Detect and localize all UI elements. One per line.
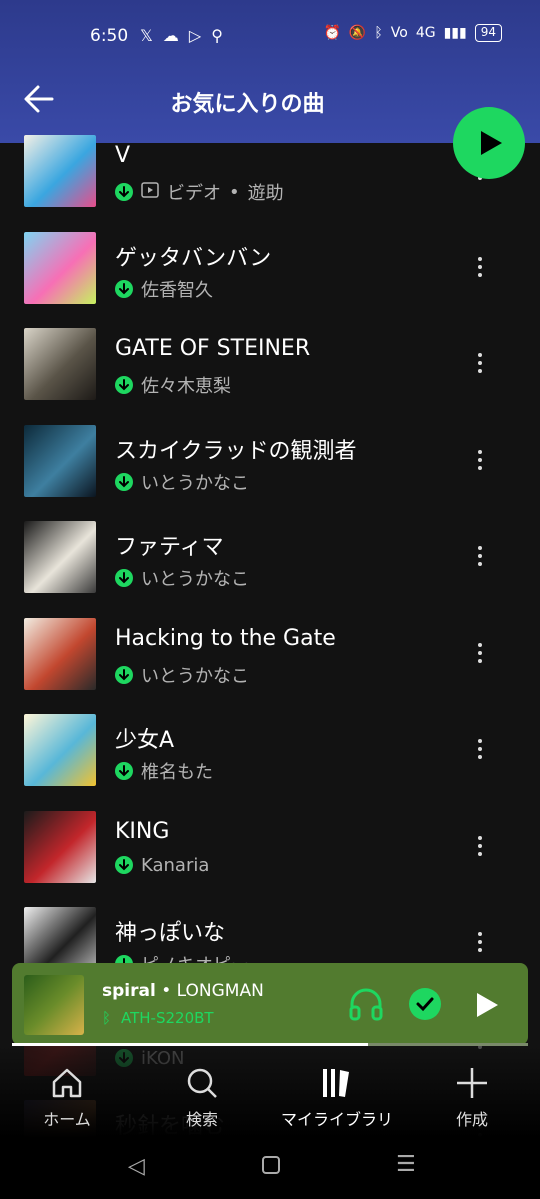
song-row[interactable]: 神っぽいなピノキオピー bbox=[0, 861, 540, 979]
library-icon bbox=[323, 1069, 349, 1097]
system-home-icon[interactable] bbox=[262, 1156, 280, 1174]
more-options-icon[interactable] bbox=[472, 640, 488, 670]
bluetooth-icon: ᛒ bbox=[374, 25, 383, 41]
song-title: V bbox=[115, 143, 131, 168]
mini-player[interactable]: spiral • LONGMAN ᛒ ATH-S220BT bbox=[12, 963, 528, 1045]
mini-play-icon[interactable] bbox=[474, 991, 500, 1019]
song-title: スカイクラッドの観測者 bbox=[115, 438, 357, 464]
nav-library[interactable]: マイライブラリ bbox=[277, 1066, 397, 1130]
status-time: 6:50 bbox=[90, 26, 129, 46]
song-row[interactable]: GATE OF STEINER 佐々木恵梨 bbox=[0, 282, 540, 400]
nav-home[interactable]: ホーム bbox=[7, 1066, 127, 1130]
liked-check-icon[interactable] bbox=[408, 987, 442, 1021]
mini-player-device: ᛒ ATH-S220BT bbox=[102, 1009, 214, 1027]
nav-label: ホーム bbox=[43, 1110, 91, 1129]
nav-create[interactable]: 作成 bbox=[412, 1066, 532, 1130]
status-right: ⏰ 🔕 ᛒ Vo 4G ▮▮▮ 94 bbox=[323, 24, 502, 42]
status-bar: 6:50 𝕏 ☁ ▷ ⚲ ⏰ 🔕 ᛒ Vo 4G ▮▮▮ 94 bbox=[0, 18, 540, 56]
more-options-icon[interactable] bbox=[472, 350, 488, 380]
song-title: ファティマ bbox=[115, 535, 224, 560]
mini-player-artwork bbox=[24, 975, 84, 1035]
song-title: 少女A bbox=[115, 728, 175, 753]
x-icon: 𝕏 bbox=[140, 26, 153, 45]
song-row[interactable]: ファティマ いとうかなこ bbox=[0, 475, 540, 593]
mini-player-track: spiral • LONGMAN bbox=[102, 981, 264, 1001]
nav-label: 作成 bbox=[455, 1110, 488, 1129]
mini-player-progress bbox=[12, 1043, 528, 1046]
nav-label: マイライブラリ bbox=[280, 1110, 393, 1129]
more-options-icon[interactable] bbox=[472, 447, 488, 477]
play-icon bbox=[481, 131, 502, 155]
more-options-icon[interactable] bbox=[472, 543, 488, 573]
assistant-icon: ⚲ bbox=[211, 26, 223, 45]
song-row[interactable]: Hacking to the Gate いとうかなこ bbox=[0, 572, 540, 690]
plus-icon bbox=[457, 1068, 487, 1098]
song-title: ゲッタバンバン bbox=[115, 245, 272, 271]
nav-label: 検索 bbox=[185, 1110, 218, 1129]
mini-player-title: spiral bbox=[102, 981, 156, 1001]
more-options-icon[interactable] bbox=[472, 736, 488, 766]
progress-fill bbox=[12, 1043, 369, 1046]
play-store-icon: ▷ bbox=[188, 26, 202, 45]
song-title: 神っぽいな bbox=[115, 921, 226, 946]
song-title: GATE OF STEINER bbox=[115, 336, 311, 361]
system-recents-icon[interactable]: ☰ bbox=[396, 1152, 416, 1177]
alarm-icon: ⏰ bbox=[323, 25, 341, 41]
song-row[interactable]: ゲッタバンバン 佐香智久 bbox=[0, 186, 540, 304]
more-options-icon[interactable] bbox=[472, 833, 488, 863]
more-options-icon[interactable] bbox=[472, 254, 488, 284]
mute-icon: 🔕 bbox=[348, 25, 367, 41]
cloud-icon: ☁ bbox=[162, 26, 179, 45]
play-all-button[interactable] bbox=[453, 107, 525, 179]
song-row[interactable]: KING Kanaria bbox=[0, 765, 540, 883]
home-icon bbox=[52, 1068, 82, 1098]
more-options-icon[interactable] bbox=[472, 929, 488, 959]
mini-player-artist: LONGMAN bbox=[176, 981, 264, 1001]
song-row[interactable]: スカイクラッドの観測者 いとうかなこ bbox=[0, 379, 540, 497]
network-label: 4G bbox=[415, 25, 436, 41]
signal-icon: ▮▮▮ bbox=[443, 25, 467, 41]
nav-search[interactable]: 検索 bbox=[142, 1066, 262, 1130]
song-row[interactable]: 少女A 椎名もた bbox=[0, 668, 540, 786]
song-title: Hacking to the Gate bbox=[115, 625, 336, 651]
notification-icons: 𝕏 ☁ ▷ ⚲ bbox=[140, 26, 223, 45]
system-back-icon[interactable]: ◁ bbox=[128, 1154, 145, 1179]
search-icon bbox=[187, 1068, 217, 1098]
headphones-icon[interactable] bbox=[347, 985, 385, 1023]
bluetooth-icon: ᛒ bbox=[102, 1009, 112, 1027]
system-nav-bar: ◁ ☰ bbox=[0, 1152, 540, 1182]
device-name: ATH-S220BT bbox=[121, 1009, 214, 1027]
volte-icon: Vo bbox=[390, 25, 408, 41]
battery-level: 94 bbox=[474, 24, 502, 42]
song-title: KING bbox=[115, 818, 170, 844]
